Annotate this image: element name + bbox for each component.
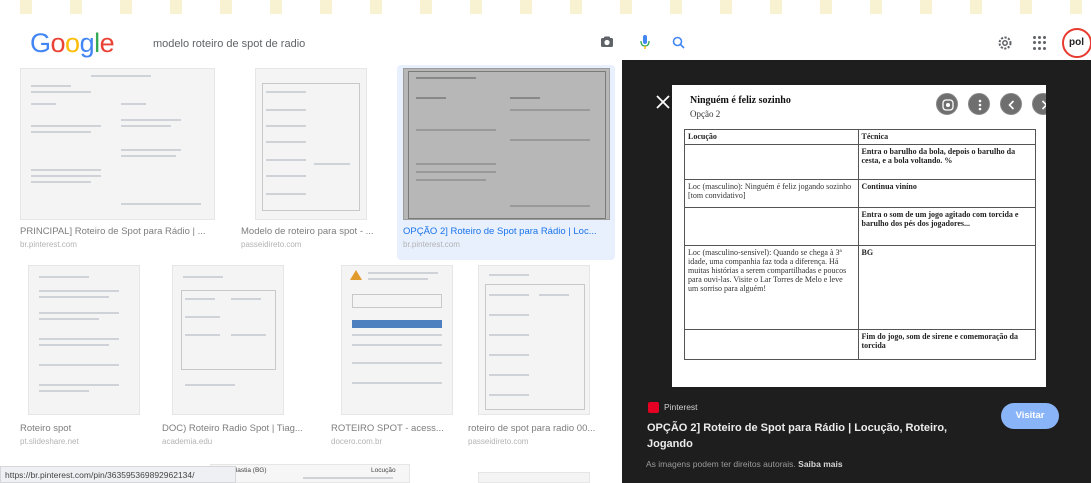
doc-cell-tech: Entra o barulho da bola, depois o barulh… — [857, 144, 1036, 180]
logo-letter: e — [99, 28, 115, 58]
previous-button[interactable] — [1000, 93, 1022, 115]
learn-more-link[interactable]: Saiba mais — [798, 459, 842, 469]
chevron-left-icon — [1008, 100, 1015, 110]
chevron-right-icon — [1041, 100, 1046, 110]
google-logo[interactable]: Google — [30, 28, 115, 59]
doc-cell-loc — [684, 207, 859, 246]
doc-cell-loc — [684, 329, 859, 360]
result-title[interactable]: Roteiro spot — [20, 423, 150, 434]
close-icon[interactable] — [656, 95, 670, 109]
result-thumbnail[interactable] — [478, 265, 590, 415]
result-title[interactable]: PRINCIPAL] Roteiro de Spot para Rádio | … — [20, 226, 215, 237]
doc-header-locucao: Locução — [684, 129, 859, 145]
preview-image[interactable]: Ninguém é feliz sozinho Opção 2 Locução … — [672, 85, 1046, 387]
result-card[interactable]: Modelo de roteiro para spot - ... passei… — [241, 68, 381, 249]
doc-cell-loc — [684, 144, 859, 180]
result-thumbnail[interactable] — [172, 265, 284, 415]
avatar[interactable]: pol — [1062, 28, 1091, 58]
doc-cell-loc: Loc (masculino): Ninguém é feliz jogando… — [684, 179, 859, 208]
apps-icon[interactable] — [1033, 36, 1047, 50]
result-source: br.pinterest.com — [403, 240, 460, 249]
mic-icon[interactable] — [640, 35, 650, 50]
logo-letter: g — [79, 28, 95, 58]
result-source: docero.com.br — [331, 437, 383, 446]
logo-letter: G — [30, 28, 51, 58]
result-thumbnail[interactable] — [20, 68, 215, 220]
result-thumbnail[interactable] — [341, 265, 453, 415]
google-images-page: Google modelo roteiro de spot de radio p… — [0, 0, 1091, 483]
header: Google modelo roteiro de spot de radio p… — [0, 14, 1091, 66]
lens-search-button[interactable] — [936, 93, 958, 115]
result-thumbnail-partial[interactable] — [478, 472, 590, 483]
doc-cell-tech: BG — [857, 245, 1036, 330]
result-source: pt.slideshare.net — [20, 437, 79, 446]
settings-icon[interactable] — [997, 35, 1013, 51]
search-input[interactable]: modelo roteiro de spot de radio — [153, 38, 573, 50]
doc-cell-loc: Loc (masculino-sensível): Quando se cheg… — [684, 245, 859, 330]
result-source: passeidireto.com — [468, 437, 529, 446]
logo-letter: o — [50, 28, 66, 58]
copyright-text: As imagens podem ter direitos autorais. — [646, 459, 796, 469]
result-card[interactable]: PRINCIPAL] Roteiro de Spot para Rádio | … — [20, 68, 215, 249]
doc-title: Ninguém é feliz sozinho — [690, 95, 791, 106]
pinterest-icon — [648, 402, 659, 413]
source-name[interactable]: Pinterest — [664, 402, 698, 412]
next-button[interactable] — [1032, 93, 1046, 115]
result-source: br.pinterest.com — [20, 240, 77, 249]
result-card[interactable]: roteiro de spot para radio 00... passeid… — [468, 265, 608, 450]
result-source: passeidireto.com — [241, 240, 302, 249]
result-thumbnail[interactable] — [28, 265, 140, 415]
result-source: academia.edu — [162, 437, 213, 446]
result-title[interactable]: DOC) Roteiro Radio Spot | Tiag... — [162, 423, 312, 434]
image-results: PRINCIPAL] Roteiro de Spot para Rádio | … — [0, 60, 622, 483]
logo-letter: o — [65, 28, 80, 58]
camera-icon[interactable] — [600, 36, 614, 48]
result-card[interactable]: DOC) Roteiro Radio Spot | Tiag... academ… — [162, 265, 312, 450]
doc-cell-tech: Entra o som de um jogo agitado com torci… — [857, 207, 1036, 246]
result-title[interactable]: Modelo de roteiro para spot - ... — [241, 226, 381, 237]
result-title[interactable]: roteiro de spot para radio 00... — [468, 423, 608, 434]
doc-cell-tech: Continua viníno — [857, 179, 1036, 208]
result-thumbnail[interactable] — [255, 68, 367, 220]
partial-thumb-right-label: Locução — [371, 467, 396, 474]
result-thumbnail-partial[interactable]: Sonoplastia (BG) Locução — [210, 464, 410, 483]
doc-header-tecnica: Técnica — [857, 129, 1036, 145]
doc-subtitle: Opção 2 — [690, 109, 721, 119]
result-title[interactable]: ROTEIRO SPOT - acess... — [331, 423, 456, 434]
search-icon[interactable] — [672, 36, 685, 49]
result-thumbnail[interactable] — [403, 68, 610, 220]
top-decoration — [0, 0, 1091, 14]
copyright-notice: As imagens podem ter direitos autorais. … — [646, 459, 843, 469]
visit-button[interactable]: Visitar — [1001, 403, 1059, 429]
more-options-button[interactable] — [968, 93, 990, 115]
more-vert-icon — [978, 99, 982, 111]
doc-table: Locução Técnica Entra o barulho da bola,… — [684, 129, 1036, 360]
status-bar-url: https://br.pinterest.com/pin/36359536989… — [0, 466, 236, 483]
doc-cell-tech: Fim do jogo, som de sirene e comemoração… — [857, 329, 1036, 360]
result-card[interactable]: Roteiro spot pt.slideshare.net — [20, 265, 150, 450]
preview-title[interactable]: OPÇÃO 2] Roteiro de Spot para Rádio | Lo… — [647, 420, 967, 452]
result-title[interactable]: OPÇÃO 2] Roteiro de Spot para Rádio | Lo… — [403, 226, 610, 237]
lens-icon — [942, 99, 954, 111]
result-card-selected[interactable]: OPÇÃO 2] Roteiro de Spot para Rádio | Lo… — [403, 68, 610, 249]
result-card[interactable]: ROTEIRO SPOT - acess... docero.com.br — [331, 265, 456, 450]
